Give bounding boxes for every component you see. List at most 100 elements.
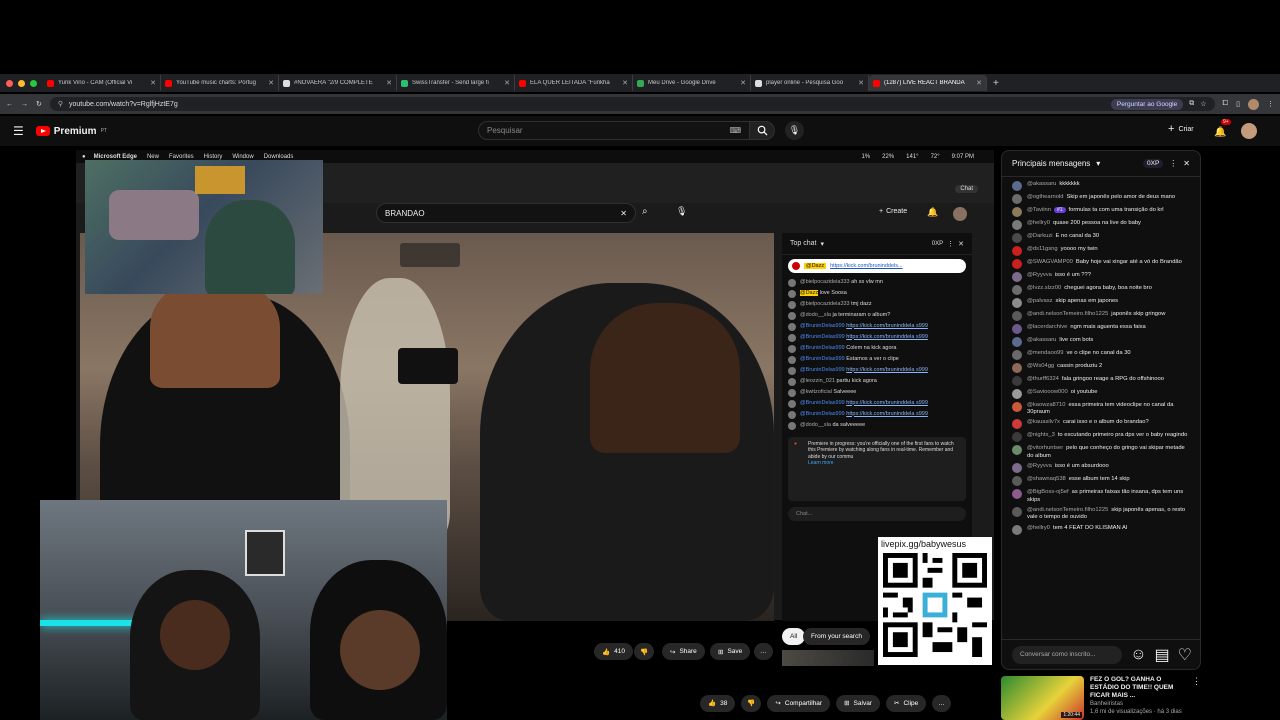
browser-tab[interactable]: player online - Pesquisa Goo ✕ bbox=[751, 75, 869, 91]
chat-avatar[interactable] bbox=[1012, 297, 1022, 308]
chat-message[interactable]: @akassaru kkkkkkk bbox=[1002, 179, 1200, 192]
chat-avatar[interactable] bbox=[1012, 232, 1022, 243]
chat-username[interactable]: @thurff6324 bbox=[1027, 376, 1059, 382]
chat-message[interactable]: @andi.nelsonTemeiro.filho1225 skip japonê… bbox=[1002, 505, 1200, 523]
share-button[interactable]: ↪ Compartilhar bbox=[767, 694, 831, 712]
chat-avatar[interactable] bbox=[1012, 445, 1022, 456]
chat-avatar[interactable] bbox=[1012, 349, 1022, 360]
live-chat-title[interactable]: Principais mensagens bbox=[1012, 159, 1090, 168]
browser-tab[interactable]: SwissTransfer - Send large fi ✕ bbox=[397, 75, 515, 91]
sidebar-icon[interactable]: ▯ bbox=[1236, 100, 1240, 108]
chat-username[interactable]: @hellry0 bbox=[1027, 220, 1050, 226]
chat-username[interactable]: @kauasilv7x bbox=[1027, 419, 1060, 425]
chat-message[interactable]: @Ivzz.slzz00 cheguei agora baby, boa noit… bbox=[1002, 283, 1200, 296]
recommended-more-icon[interactable]: ⋮ bbox=[1192, 676, 1201, 720]
chat-username[interactable]: @Taviinn bbox=[1027, 207, 1051, 213]
chat-username[interactable]: @ogthearnold bbox=[1027, 194, 1064, 200]
more-actions-button[interactable]: … bbox=[932, 694, 951, 712]
chat-avatar[interactable] bbox=[1012, 375, 1022, 386]
back-icon[interactable]: ← bbox=[6, 101, 13, 108]
tab-close-icon[interactable]: ✕ bbox=[622, 79, 628, 87]
share-page-icon[interactable]: ⧉ bbox=[1189, 100, 1194, 108]
save-button[interactable]: ⊞ Salvar bbox=[836, 694, 880, 712]
recommended-video[interactable]: 1:20:44 FEZ O GOL? GANHA O ESTÁDIO DO TI… bbox=[1001, 676, 1201, 720]
chat-username[interactable]: @andi.nelsonTemeiro.filho1225 bbox=[1027, 311, 1108, 317]
chat-avatar[interactable] bbox=[1012, 388, 1022, 399]
chat-message[interactable]: @akassaru live com bots bbox=[1002, 335, 1200, 348]
ask-google-button[interactable]: Perguntar ao Google bbox=[1110, 98, 1184, 110]
xp-badge[interactable]: 0XP bbox=[1143, 159, 1164, 168]
chat-message[interactable]: @ogthearnold Skip em japonês pelo amor de… bbox=[1002, 192, 1200, 205]
chat-username[interactable]: @Ryyvva bbox=[1027, 272, 1052, 278]
chat-message[interactable]: @andi.nelsonTemeiro.filho1225 japonês ski… bbox=[1002, 309, 1200, 322]
search-button[interactable] bbox=[749, 121, 775, 140]
chat-avatar[interactable] bbox=[1012, 489, 1022, 500]
chat-avatar[interactable] bbox=[1012, 258, 1022, 269]
live-chat-input[interactable]: Conversar como inscrito... bbox=[1012, 645, 1123, 664]
chat-avatar[interactable] bbox=[1012, 219, 1022, 230]
super-chat-icon[interactable]: ▤ bbox=[1155, 645, 1170, 665]
chat-username[interactable]: @lacerdarchive bbox=[1027, 324, 1067, 330]
chat-username[interactable]: @BigBoss-oj5ef bbox=[1027, 489, 1069, 495]
chevron-down-icon[interactable]: ▾ bbox=[1096, 159, 1100, 168]
chat-username[interactable]: @ds11gsng bbox=[1027, 246, 1058, 252]
chat-message[interactable]: @thurff6324 fala gringoo reage a RPG do o… bbox=[1002, 374, 1200, 387]
tab-close-icon[interactable]: ✕ bbox=[976, 79, 982, 87]
tab-close-icon[interactable]: ✕ bbox=[268, 79, 274, 87]
chat-avatar[interactable] bbox=[1012, 284, 1022, 295]
browser-tab[interactable]: ELA QUER LEITADA "Funkha ✕ bbox=[515, 75, 633, 91]
chat-message[interactable]: @kaowza8710 essa primeira tem videoclipe … bbox=[1002, 400, 1200, 418]
chat-avatar[interactable] bbox=[1012, 193, 1022, 204]
menu-icon[interactable]: ☰ bbox=[13, 124, 24, 138]
account-avatar[interactable] bbox=[1241, 123, 1257, 139]
chat-avatar[interactable] bbox=[1012, 323, 1022, 334]
chat-message[interactable]: @kauasilv7x carai isso e o album do brand… bbox=[1002, 418, 1200, 431]
chat-message[interactable]: @ds11gsng yoooo my twin bbox=[1002, 244, 1200, 257]
search-input[interactable]: Pesquisar ⌨ bbox=[478, 121, 750, 140]
browser-tab[interactable]: YouTube music charts: Portug ✕ bbox=[161, 75, 279, 91]
chat-username[interactable]: @akassaru bbox=[1027, 337, 1056, 343]
chat-message[interactable]: @Ryyvva isso é um absurdooo bbox=[1002, 462, 1200, 475]
more-options-icon[interactable]: ⋮ bbox=[1169, 159, 1177, 168]
chat-message[interactable]: @mendaoo99 ve o clipe no canal da 30 bbox=[1002, 348, 1200, 361]
emoji-icon[interactable]: ☺ bbox=[1130, 646, 1146, 664]
keyboard-icon[interactable]: ⌨ bbox=[729, 126, 741, 135]
chat-message[interactable]: @Taviinn #1 formulas ta com uma transição … bbox=[1002, 205, 1200, 218]
chat-username[interactable]: @hellry0 bbox=[1027, 525, 1050, 531]
chat-message[interactable]: @lacerdarchive ngm mais aguenta essa faix… bbox=[1002, 322, 1200, 335]
chat-message[interactable]: @shawnaq538 esse album tem 14 skip bbox=[1002, 475, 1200, 488]
heart-icon[interactable]: ♡ bbox=[1178, 645, 1192, 665]
chat-username[interactable]: @Ws04gg bbox=[1027, 363, 1054, 369]
voice-search-button[interactable]: 🎙 bbox=[785, 121, 804, 140]
browser-tab[interactable]: Meu Drive - Google Drive ✕ bbox=[633, 75, 751, 91]
maximize-window-button[interactable] bbox=[30, 79, 37, 87]
chat-username[interactable]: @nightx_3 bbox=[1027, 432, 1055, 438]
chat-message[interactable]: @nightx_3 to escutando primeiro pra dps v… bbox=[1002, 431, 1200, 444]
chat-message[interactable]: @vitorhuntser pelo que conheço do gringo … bbox=[1002, 444, 1200, 462]
notifications-button[interactable]: 🔔 9+ bbox=[1214, 119, 1231, 140]
tab-close-icon[interactable]: ✕ bbox=[386, 79, 392, 87]
chat-message[interactable]: @palvasz skip apenas em japones bbox=[1002, 296, 1200, 309]
chat-avatar[interactable] bbox=[1012, 180, 1022, 191]
chat-username[interactable]: @Darkuzi bbox=[1027, 233, 1053, 239]
browser-tab[interactable]: Yunk Vino - CAM (Official Vi ✕ bbox=[43, 75, 161, 91]
minimize-window-button[interactable] bbox=[18, 79, 25, 87]
recommended-thumbnail[interactable]: 1:20:44 bbox=[1001, 676, 1084, 720]
recommended-title[interactable]: FEZ O GOL? GANHA O ESTÁDIO DO TIME!! QUE… bbox=[1090, 676, 1186, 700]
chat-username[interactable]: @kaowza8710 bbox=[1027, 402, 1065, 408]
chat-username[interactable]: @shawnaq538 bbox=[1027, 476, 1066, 482]
youtube-logo[interactable]: Premium PT bbox=[35, 126, 107, 137]
dislike-button[interactable]: 👎 bbox=[741, 694, 762, 712]
chat-message[interactable]: @SWAGVAMP00 Baby hoje vai xingar até a vó… bbox=[1002, 257, 1200, 270]
browser-tab[interactable]: #NOVAERA "2/9 COMPLETE ✕ bbox=[279, 75, 397, 91]
chat-avatar[interactable] bbox=[1012, 476, 1022, 487]
chat-username[interactable]: @akassaru bbox=[1027, 181, 1056, 187]
chat-username[interactable]: @palvasz bbox=[1027, 298, 1053, 304]
chat-avatar[interactable] bbox=[1012, 419, 1022, 430]
chat-avatar[interactable] bbox=[1012, 310, 1022, 321]
chat-username[interactable]: @Ivzz.slzz00 bbox=[1027, 285, 1061, 291]
chat-message[interactable]: @Ws04gg cassin produziu 2 bbox=[1002, 361, 1200, 374]
tab-close-icon[interactable]: ✕ bbox=[740, 79, 746, 87]
clip-button[interactable]: ✂ Clipe bbox=[885, 694, 927, 712]
chat-message[interactable]: @Ryyvva isso é um ??? bbox=[1002, 270, 1200, 283]
